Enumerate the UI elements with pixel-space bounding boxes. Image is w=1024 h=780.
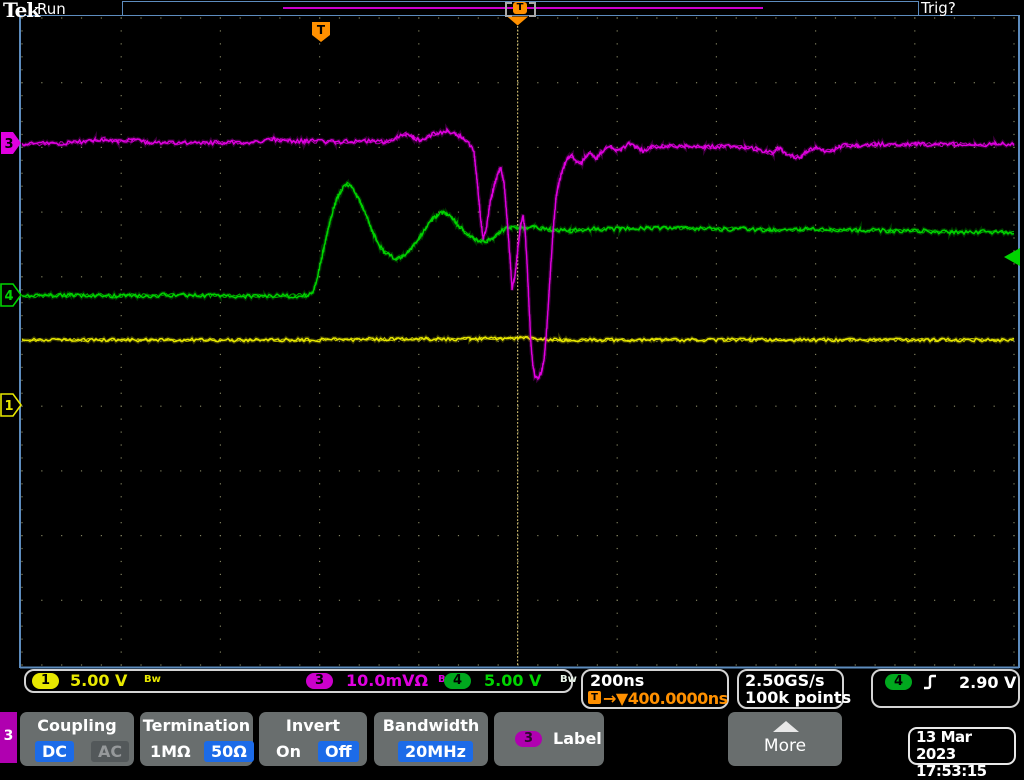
record-view-strip: T [122,1,919,17]
more-button[interactable]: More [728,712,842,766]
record-length: 100k points [745,688,852,707]
arrow-icon: → [603,689,616,708]
label-channel-badge: 3 [515,731,542,747]
label-button[interactable]: 3 Label [494,712,604,766]
bandwidth-value[interactable]: 20MHz [398,741,473,762]
rising-edge-icon [924,674,936,690]
coupling-ac-option[interactable]: AC [91,741,130,762]
ch1-bandwidth-icon: Bw [144,674,161,685]
channel-3-ref-marker: 3 [1,132,21,154]
top-status-bar: Tek Run T Trig? [0,0,1024,22]
bandwidth-button[interactable]: Bandwidth 20MHz [374,712,488,766]
ch4-scale: 5.00 V [484,671,542,690]
graticule-area: 3 4 1 T [0,14,1020,669]
ch3-ohm: Ω [414,671,429,690]
record-window-bracket-left [505,2,512,17]
up-triangle-icon [773,721,799,732]
channel-readout-box: 1 5.00 V Bw 3 10.0mVΩ Bw 4 5.00 V Bw [24,669,577,693]
channel-4-ref-marker: 4 [0,283,22,307]
acquisition-status: Run [37,0,66,18]
invert-off-option[interactable]: Off [318,741,359,762]
ch1-badge[interactable]: 1 [32,673,59,689]
invert-on-option[interactable]: On [269,741,308,762]
termination-title: Termination [142,716,251,735]
menu-channel-tab[interactable]: 3 [0,712,17,763]
delay-triangle-icon: ▼ [615,689,628,708]
trigger-readout-box: 4 2.90 V [871,669,1020,708]
timebase-readout-box: 200ns T →▼400.0000ns [581,669,729,709]
svg-text:1: 1 [4,399,13,414]
termination-1m-option[interactable]: 1MΩ [143,741,198,762]
datetime-box: 13 Mar 2023 17:53:15 [908,727,1016,780]
trigger-state-label: Trig? [921,0,956,17]
svg-text:T: T [317,23,326,37]
bottom-menu-bar: 3 Coupling DC AC Termination 1MΩ 50Ω Inv… [0,710,1024,780]
channel-1-ref-marker: 1 [0,393,22,417]
ch4-bandwidth-icon: Bw [560,674,577,685]
oscilloscope-screen: { "header": { "logo": "Tek", "acq_status… [0,0,1024,780]
termination-50-option[interactable]: 50Ω [204,741,254,762]
coupling-title: Coupling [37,716,117,735]
timebase-scale: 200ns [590,671,645,690]
svg-text:4: 4 [4,289,13,304]
trigger-level-arrow [1004,248,1020,266]
termination-button[interactable]: Termination 1MΩ 50Ω [140,712,254,766]
trigger-position-icon[interactable]: T [513,2,527,14]
ch1-scale: 5.00 V [70,671,128,690]
svg-text:3: 3 [4,137,13,152]
record-window-bracket-right [529,2,536,17]
invert-button[interactable]: Invert On Off [259,712,367,766]
acquisition-readout-box: 2.50GS/s 100k points [737,669,851,709]
tek-logo: Tek [3,0,40,22]
trigger-t-icon: T [588,691,601,704]
more-text: More [763,736,807,756]
coupling-button[interactable]: Coupling DC AC [20,712,134,766]
time-label: 17:53:15 [916,762,987,780]
ch4-badge[interactable]: 4 [444,673,471,689]
trigger-source-badge: 4 [885,674,912,690]
trigger-level: 2.90 V [959,673,1017,692]
invert-title: Invert [285,716,341,735]
coupling-dc-option[interactable]: DC [35,741,75,762]
ch3-badge[interactable]: 3 [306,673,333,689]
label-text: Label [553,729,602,748]
delay-position-triangle [507,16,529,26]
ch3-scale: 10.0mVΩ [346,671,429,690]
timebase-delay: →▼400.0000ns [603,689,728,708]
bandwidth-title: Bandwidth [382,716,480,735]
date-label: 13 Mar 2023 [916,728,972,763]
